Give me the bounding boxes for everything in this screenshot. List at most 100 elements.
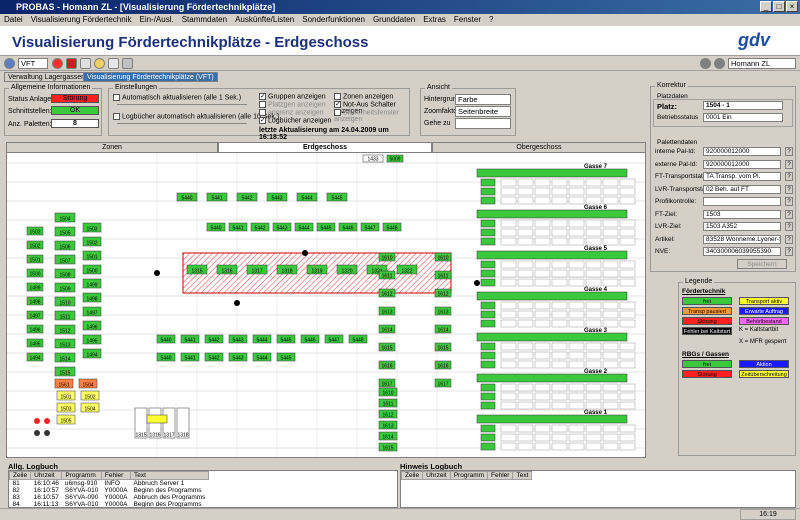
rbg-gasse[interactable] (476, 414, 628, 424)
storage-slot[interactable] (534, 178, 551, 187)
storage-slot[interactable] (500, 424, 517, 433)
storage-slot[interactable] (517, 196, 534, 205)
emergency-stop[interactable] (302, 250, 308, 256)
storage-slot[interactable] (517, 392, 534, 401)
storage-slot[interactable] (517, 187, 534, 196)
lookup-button[interactable]: ? (785, 172, 793, 181)
storage-slot[interactable] (551, 442, 568, 451)
storage-slot[interactable] (500, 360, 517, 369)
storage-slot[interactable] (568, 228, 585, 237)
conveyor-place[interactable] (480, 319, 496, 328)
rbg-gasse[interactable] (476, 291, 628, 301)
maximize-button[interactable]: □ (773, 1, 785, 12)
storage-slot[interactable] (568, 219, 585, 228)
delete-icon[interactable] (66, 58, 77, 69)
log-header[interactable]: Fehler (100, 471, 132, 480)
rbg-gasse[interactable] (476, 168, 628, 178)
storage-slot[interactable] (585, 178, 602, 187)
storage-slot[interactable] (568, 278, 585, 287)
storage-slot[interactable] (585, 433, 602, 442)
storage-slot[interactable] (500, 310, 517, 319)
zones-checkbox[interactable]: Zonen anzeigen (334, 93, 393, 100)
storage-slot[interactable] (602, 219, 619, 228)
logbook-checkbox[interactable]: Logbücher anzeigen (259, 117, 331, 124)
storage-slot[interactable] (619, 383, 636, 392)
storage-slot[interactable] (551, 351, 568, 360)
storage-slot[interactable] (619, 228, 636, 237)
log-header[interactable]: Text (512, 471, 533, 480)
menu-item-8[interactable]: Fenster (450, 14, 485, 26)
storage-slot[interactable] (517, 219, 534, 228)
groups-checkbox[interactable]: Gruppen anzeigen (259, 93, 326, 100)
storage-slot[interactable] (619, 401, 636, 410)
storage-slot[interactable] (534, 278, 551, 287)
storage-slot[interactable] (585, 301, 602, 310)
storage-slot[interactable] (517, 260, 534, 269)
log-header[interactable]: Text (130, 471, 209, 480)
conveyor-place[interactable] (480, 351, 496, 360)
signal-light[interactable] (44, 418, 50, 424)
storage-slot[interactable] (585, 228, 602, 237)
storage-slot[interactable] (551, 424, 568, 433)
storage-slot[interactable] (568, 260, 585, 269)
storage-slot[interactable] (619, 442, 636, 451)
lookup-button[interactable]: ? (785, 222, 793, 231)
storage-slot[interactable] (602, 360, 619, 369)
storage-slot[interactable] (602, 187, 619, 196)
storage-slot[interactable] (500, 392, 517, 401)
storage-slot[interactable] (585, 319, 602, 328)
storage-slot[interactable] (568, 442, 585, 451)
storage-slot[interactable] (500, 442, 517, 451)
storage-slot[interactable] (568, 319, 585, 328)
conveyor-place[interactable] (480, 260, 496, 269)
storage-slot[interactable] (585, 424, 602, 433)
storage-slot[interactable] (568, 351, 585, 360)
storage-slot[interactable] (534, 360, 551, 369)
storage-slot[interactable] (517, 342, 534, 351)
storage-slot[interactable] (551, 392, 568, 401)
storage-slot[interactable] (619, 237, 636, 246)
storage-slot[interactable] (585, 269, 602, 278)
storage-slot[interactable] (585, 219, 602, 228)
storage-slot[interactable] (602, 433, 619, 442)
lookup-button[interactable]: ? (785, 234, 793, 244)
log-header[interactable]: Uhrzeit (422, 471, 451, 480)
conveyor-place[interactable] (480, 401, 496, 410)
lookup-button[interactable]: ? (785, 159, 793, 169)
storage-slot[interactable] (619, 433, 636, 442)
storage-slot[interactable] (619, 424, 636, 433)
hinweis-table[interactable]: Zeile Uhrzeit Programm Fehler Text (400, 470, 796, 508)
storage-slot[interactable] (551, 187, 568, 196)
storage-slot[interactable] (534, 342, 551, 351)
storage-slot[interactable] (619, 351, 636, 360)
storage-slot[interactable] (551, 269, 568, 278)
storage-slot[interactable] (534, 442, 551, 451)
back-icon[interactable] (4, 58, 15, 69)
menu-item-9[interactable]: ? (485, 14, 497, 26)
conveyor-place[interactable] (480, 278, 496, 287)
storage-slot[interactable] (619, 301, 636, 310)
log-header[interactable]: Fehler (487, 471, 514, 480)
conveyor-place[interactable] (480, 237, 496, 246)
storage-slot[interactable] (602, 260, 619, 269)
storage-slot[interactable] (500, 219, 517, 228)
table-row[interactable]: 84 16:11:13 S6YVA-010 Y0000A Beginn des Prog… (10, 501, 209, 507)
storage-slot[interactable] (619, 187, 636, 196)
storage-slot[interactable] (619, 219, 636, 228)
pallet-field-value[interactable]: 83528 Wonneme.Lyoner-Sal (703, 234, 781, 244)
refresh-slider[interactable] (117, 104, 247, 107)
menu-item-2[interactable]: Ein-/Ausl. (135, 14, 177, 26)
storage-slot[interactable] (619, 342, 636, 351)
storage-slot[interactable] (534, 301, 551, 310)
storage-slot[interactable] (551, 237, 568, 246)
storage-slot[interactable] (602, 383, 619, 392)
rbg-gasse[interactable] (476, 332, 628, 342)
menu-item-0[interactable]: Datei (0, 14, 27, 26)
storage-slot[interactable] (534, 228, 551, 237)
storage-slot[interactable] (585, 237, 602, 246)
storage-slot[interactable] (500, 187, 517, 196)
storage-slot[interactable] (585, 196, 602, 205)
storage-slot[interactable] (551, 342, 568, 351)
storage-slot[interactable] (619, 310, 636, 319)
storage-slot[interactable] (500, 433, 517, 442)
